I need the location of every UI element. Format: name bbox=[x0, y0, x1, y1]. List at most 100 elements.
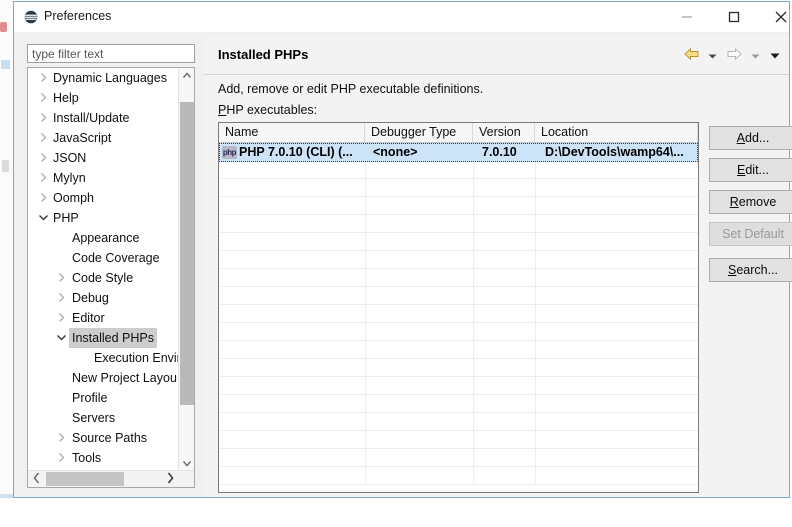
table-row-empty bbox=[219, 215, 698, 233]
sidebar-item-install-update[interactable]: Install/Update bbox=[28, 108, 180, 128]
sidebar-item-label: Oomph bbox=[53, 191, 94, 205]
chevron-right-icon[interactable] bbox=[36, 108, 50, 128]
sidebar-item-label: PHP bbox=[53, 211, 79, 225]
sidebar-item-help[interactable]: Help bbox=[28, 88, 180, 108]
table-row-empty bbox=[219, 359, 698, 377]
sidebar-item-javascript[interactable]: JavaScript bbox=[28, 128, 180, 148]
column-header-version[interactable]: Version bbox=[473, 123, 535, 142]
chevron-right-icon[interactable] bbox=[36, 128, 50, 148]
add-button[interactable]: Add... bbox=[709, 126, 792, 150]
cell-version: 7.0.10 bbox=[482, 145, 517, 159]
sidebar-item-label: Dynamic Languages bbox=[53, 71, 167, 85]
remove-button[interactable]: Remove bbox=[709, 190, 792, 214]
filter-input[interactable] bbox=[27, 44, 195, 63]
scroll-up-icon[interactable] bbox=[179, 68, 195, 85]
scroll-right-icon[interactable] bbox=[161, 471, 178, 487]
view-menu-chevron-down-icon[interactable] bbox=[767, 49, 783, 63]
chevron-down-icon[interactable] bbox=[36, 208, 50, 228]
sidebar-item-oomph[interactable]: Oomph bbox=[28, 188, 180, 208]
column-header-debugger-type[interactable]: Debugger Type bbox=[365, 123, 473, 142]
forward-arrow-icon bbox=[724, 47, 744, 64]
remove-label: emove bbox=[738, 195, 777, 209]
table-row-empty bbox=[219, 233, 698, 251]
set-default-button: Set Default bbox=[709, 222, 792, 246]
preferences-dialog: Preferences Dynamic Languages Help Install… bbox=[13, 1, 792, 498]
sidebar-item-label: Code Coverage bbox=[72, 251, 160, 265]
sidebar-item-label: Editor bbox=[72, 311, 105, 325]
sidebar-item-source-paths[interactable]: Source Paths bbox=[28, 428, 180, 448]
table-row-empty bbox=[219, 341, 698, 359]
chevron-right-icon[interactable] bbox=[54, 268, 68, 288]
sidebar-item-label: Execution Envir bbox=[94, 351, 180, 365]
chevron-right-icon[interactable] bbox=[54, 448, 68, 468]
sidebar-item-label: Appearance bbox=[72, 231, 140, 245]
back-dropdown-chevron-down-icon[interactable] bbox=[705, 49, 721, 63]
tree-scrollbar-thumb[interactable] bbox=[180, 102, 194, 405]
edit-button[interactable]: Edit... bbox=[709, 158, 792, 182]
sidebar-item-installed-phps[interactable]: Installed PHPs bbox=[28, 328, 180, 348]
table-row-empty bbox=[219, 323, 698, 341]
maximize-button[interactable] bbox=[711, 2, 757, 32]
chevron-down-icon[interactable] bbox=[54, 328, 68, 348]
column-header-location[interactable]: Location bbox=[535, 123, 698, 142]
cell-debugger-type: <none> bbox=[373, 145, 418, 159]
search-button[interactable]: Search... bbox=[709, 258, 792, 282]
sidebar-item-mylyn[interactable]: Mylyn bbox=[28, 168, 180, 188]
sidebar-item-debug[interactable]: Debug bbox=[28, 288, 180, 308]
preferences-tree[interactable]: Dynamic Languages Help Install/Update JavaS… bbox=[28, 68, 180, 472]
sidebar-item-label: Mylyn bbox=[53, 171, 86, 185]
tree-horizontal-scrollbar[interactable] bbox=[28, 470, 194, 487]
table-header: Name Debugger Type Version Location bbox=[219, 123, 698, 143]
scroll-left-icon[interactable] bbox=[28, 471, 45, 487]
sidebar-item-execution-envir[interactable]: Execution Envir bbox=[28, 348, 180, 368]
table-row-empty bbox=[219, 287, 698, 305]
sidebar-item-label: Installed PHPs bbox=[69, 328, 157, 348]
chevron-right-icon[interactable] bbox=[36, 68, 50, 88]
sidebar-item-servers[interactable]: Servers bbox=[28, 408, 180, 428]
sidebar-item-php[interactable]: PHP bbox=[28, 208, 180, 228]
sidebar-item-label: Code Style bbox=[72, 271, 134, 285]
back-arrow-icon[interactable] bbox=[682, 47, 702, 64]
chevron-right-icon[interactable] bbox=[54, 308, 68, 328]
navigation-toolbar bbox=[682, 47, 783, 67]
table-row-empty bbox=[219, 413, 698, 431]
sidebar-item-new-project-layou[interactable]: New Project Layou bbox=[28, 368, 180, 388]
cell-location: D:\DevTools\wamp64\... bbox=[545, 145, 684, 159]
sidebar-item-dynamic-languages[interactable]: Dynamic Languages bbox=[28, 68, 180, 88]
sidebar-item-label: Install/Update bbox=[53, 111, 130, 125]
table-row[interactable]: php PHP 7.0.10 (CLI) (... <none> 7.0.10 … bbox=[219, 143, 698, 162]
content-pane: Installed PHPs Add, remove or edit PHP e… bbox=[204, 36, 792, 497]
chevron-right-icon[interactable] bbox=[36, 148, 50, 168]
sidebar-item-code-coverage[interactable]: Code Coverage bbox=[28, 248, 180, 268]
php-executables-label: PHP executables: bbox=[218, 103, 317, 117]
sidebar-item-editor[interactable]: Editor bbox=[28, 308, 180, 328]
tree-vertical-scrollbar[interactable] bbox=[178, 68, 194, 472]
label-rest: HP executables: bbox=[226, 103, 318, 117]
php-executables-table[interactable]: Name Debugger Type Version Location php PHP… bbox=[218, 122, 699, 493]
close-button[interactable] bbox=[758, 2, 792, 32]
table-row-empty bbox=[219, 161, 698, 179]
page-title: Installed PHPs bbox=[218, 47, 309, 62]
column-header-name[interactable]: Name bbox=[219, 123, 365, 142]
search-label: earch... bbox=[736, 263, 779, 277]
sidebar-item-json[interactable]: JSON bbox=[28, 148, 180, 168]
sidebar-item-tools[interactable]: Tools bbox=[28, 448, 180, 468]
chevron-right-icon[interactable] bbox=[36, 168, 50, 188]
tree-hscrollbar-thumb[interactable] bbox=[46, 472, 124, 486]
chevron-right-icon[interactable] bbox=[36, 188, 50, 208]
table-row-empty bbox=[219, 431, 698, 449]
sidebar-item-code-style[interactable]: Code Style bbox=[28, 268, 180, 288]
remove-mnemonic: R bbox=[729, 195, 739, 209]
chevron-right-icon[interactable] bbox=[54, 428, 68, 448]
page-description: Add, remove or edit PHP executable defin… bbox=[218, 82, 484, 96]
sidebar-item-profile[interactable]: Profile bbox=[28, 388, 180, 408]
sidebar-item-appearance[interactable]: Appearance bbox=[28, 228, 180, 248]
table-row-empty bbox=[219, 269, 698, 287]
chevron-right-icon[interactable] bbox=[36, 88, 50, 108]
chevron-right-icon[interactable] bbox=[54, 288, 68, 308]
sidebar-item-label: Source Paths bbox=[72, 431, 148, 445]
title-divider bbox=[204, 74, 789, 75]
window-title: Preferences bbox=[44, 9, 112, 23]
cell-name: PHP 7.0.10 (CLI) (... bbox=[239, 145, 353, 159]
minimize-button[interactable] bbox=[664, 2, 710, 32]
